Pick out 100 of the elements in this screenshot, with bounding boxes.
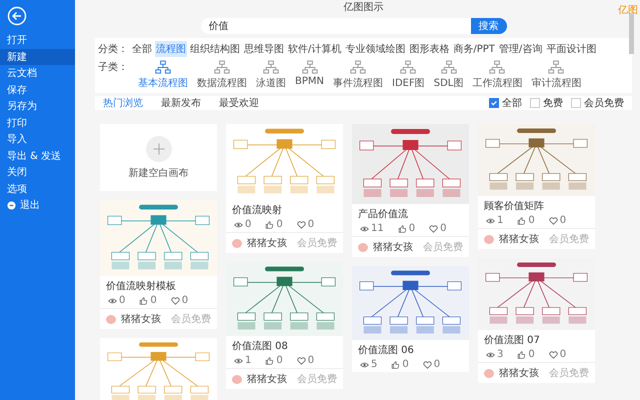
flowchart-icon (155, 60, 171, 75)
like-count: 0 (408, 223, 416, 234)
access-label: 会员免费 (171, 312, 211, 326)
sort-tab[interactable]: 最受欢迎 (219, 96, 259, 110)
favorite-count: 0 (182, 295, 188, 306)
sidebar-item[interactable]: 关闭 (0, 164, 75, 180)
heart-icon[interactable] (548, 216, 558, 224)
favorite-count: 0 (560, 349, 566, 360)
thumbs-up-icon[interactable] (265, 220, 274, 228)
category-tab[interactable]: 全部 (131, 41, 153, 57)
subtype-item[interactable]: 工作流程图 (472, 60, 522, 90)
sidebar-item[interactable]: 新建 (0, 48, 75, 65)
sidebar-item[interactable]: 打开 (0, 32, 75, 48)
view-count: 1 (245, 355, 252, 366)
subtype-item[interactable]: 泳道图 (256, 60, 286, 90)
sidebar-item[interactable]: 另存为 (0, 98, 75, 114)
avatar (106, 314, 116, 324)
like-count: 0 (276, 355, 283, 366)
sidebar-item[interactable]: 打印 (0, 114, 75, 131)
scrollbar[interactable] (629, 14, 634, 54)
category-tab[interactable]: 组织结构图 (189, 41, 241, 57)
template-card[interactable]: 产品价值流 11 0 0 猪猪女孩 会员免费 (352, 124, 469, 257)
avatar (484, 234, 494, 244)
subtype-item[interactable]: 审计流程图 (531, 60, 582, 90)
heart-icon[interactable] (422, 360, 432, 368)
favorite-count: 0 (560, 215, 566, 226)
heart-icon[interactable] (296, 356, 306, 364)
checkbox[interactable] (489, 98, 499, 108)
exit-icon (7, 200, 16, 210)
template-card[interactable]: 顾客价值矩阵 1 0 0 猪猪女孩 会员免费 (478, 124, 595, 249)
view-count: 0 (119, 295, 126, 306)
thumbs-up-icon[interactable] (517, 216, 526, 224)
subtype-item[interactable]: 数据流程图 (197, 60, 247, 90)
category-tab[interactable]: 图形表格 (408, 41, 450, 57)
subtype-item[interactable]: 基本流程图 (138, 60, 188, 90)
heart-icon[interactable] (429, 224, 438, 232)
avatar (358, 242, 368, 252)
category-tab[interactable]: 管理/咨询 (498, 41, 544, 57)
heart-icon[interactable] (170, 296, 180, 304)
like-count: 0 (528, 349, 535, 360)
sort-tab[interactable]: 最新发布 (161, 96, 201, 110)
subtype-item[interactable]: SDL图 (434, 60, 464, 90)
like-count: 0 (402, 359, 409, 370)
card-title: 价值流图 06 (357, 344, 415, 357)
new-blank-card[interactable]: 新建空白画布 (100, 124, 217, 191)
heart-icon[interactable] (548, 350, 558, 358)
filter-label: 免费 (543, 96, 563, 110)
sort-tab[interactable]: 热门浏览 (103, 96, 143, 110)
access-label: 会员免费 (549, 366, 589, 380)
like-count: 0 (276, 219, 283, 230)
eye-icon (108, 296, 117, 304)
like-count: 0 (528, 215, 535, 226)
category-tab[interactable]: 软件/计算机 (287, 41, 342, 57)
category-tab[interactable]: 商务/PPT (452, 41, 496, 57)
sidebar-item[interactable]: 退出 (0, 197, 75, 214)
view-count: 5 (371, 359, 378, 370)
thumbs-up-icon[interactable] (391, 360, 400, 368)
category-tab[interactable]: 平面设计图 (545, 41, 598, 57)
avatar (484, 368, 494, 378)
author-name: 猪猪女孩 (247, 236, 287, 250)
favorite-count: 0 (308, 219, 314, 230)
eye-icon (234, 356, 243, 364)
checkbox[interactable] (530, 98, 540, 108)
heart-icon[interactable] (296, 220, 306, 228)
thumbs-up-icon[interactable] (398, 224, 407, 232)
access-label: 会员免费 (297, 372, 337, 386)
flowchart-icon (400, 60, 416, 75)
template-card[interactable]: 价值流图 07 3 0 0 猪猪女孩 会员免费 (478, 258, 595, 383)
template-card[interactable]: 价值流图 08 1 0 0 猪猪女孩 会员免费 (226, 262, 343, 389)
flowchart-icon (440, 60, 457, 75)
subtype-item[interactable]: IDEF图 (392, 60, 425, 90)
category-tab[interactable]: 思维导图 (243, 41, 285, 57)
sidebar-item[interactable]: 导出 & 发送 (0, 148, 75, 164)
author-name: 猪猪女孩 (121, 312, 161, 326)
thumbs-up-icon[interactable] (265, 356, 274, 364)
view-count: 11 (371, 223, 384, 234)
search-button[interactable]: 搜索 (470, 18, 506, 34)
window-title: 亿图图示 (344, 1, 384, 14)
template-card[interactable]: 价值流图 06 5 0 0 (352, 266, 469, 372)
search-field[interactable]: 价值 (200, 18, 470, 34)
back-icon[interactable] (7, 6, 27, 26)
author-name: 猪猪女孩 (373, 240, 413, 254)
eye-icon (360, 360, 369, 368)
sidebar-item[interactable]: 云文档 (0, 65, 75, 82)
template-card[interactable]: 价值流映射模板 0 0 0 猪猪女孩 会员免费 (100, 200, 217, 329)
sidebar-item[interactable]: 保存 (0, 82, 75, 98)
card-label: 新建空白画布 (128, 166, 188, 180)
flowchart-icon (350, 60, 366, 75)
sidebar-item[interactable]: 选项 (0, 180, 75, 197)
checkbox[interactable] (571, 98, 581, 108)
access-label: 会员免费 (549, 232, 589, 246)
subtype-item[interactable]: BPMN (295, 60, 324, 87)
category-tab[interactable]: 专业领域绘图 (344, 41, 406, 57)
flowchart-icon (302, 60, 318, 75)
subtype-item[interactable]: 事件流程图 (333, 60, 383, 90)
sidebar-item[interactable]: 导入 (0, 131, 75, 148)
eye-icon (486, 216, 495, 224)
thumbs-up-icon[interactable] (517, 350, 526, 358)
thumbs-up-icon[interactable] (139, 296, 148, 304)
flowchart-icon (489, 60, 506, 75)
